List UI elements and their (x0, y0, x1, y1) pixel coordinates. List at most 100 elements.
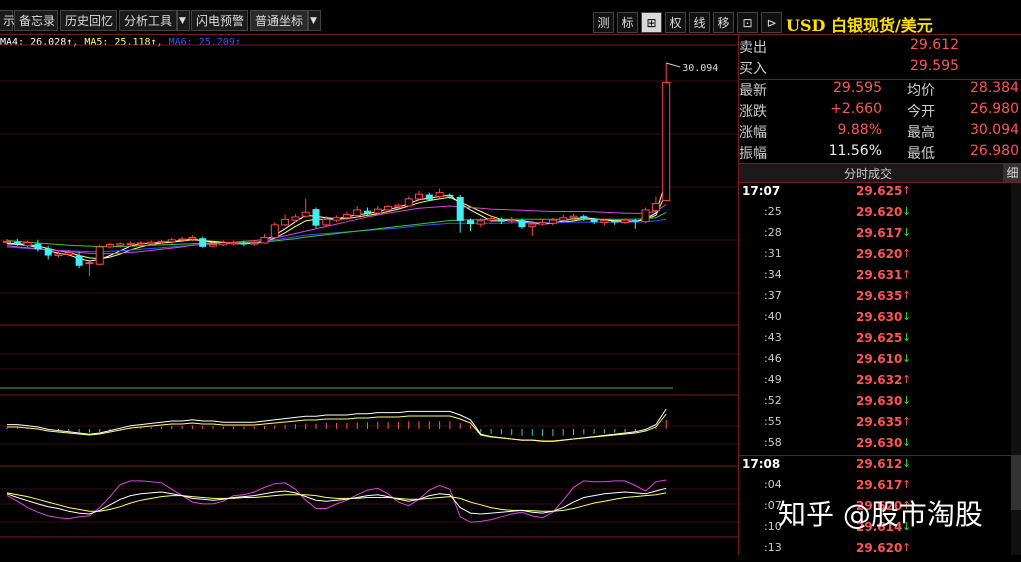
candle-body (600, 220, 609, 223)
trade-time: :31 (764, 247, 782, 260)
trade-row: :49 29.632 ↑ (739, 373, 1004, 394)
sell-value: 29.612 (910, 37, 959, 53)
scroll-thumb[interactable] (1011, 455, 1021, 510)
trade-row: 17:07 29.625 ↑ (739, 184, 1004, 205)
arrow-down-icon: ↓ (902, 352, 912, 365)
candle-body (364, 210, 371, 214)
chevron-down-icon[interactable]: ▼ (308, 10, 321, 31)
candle-body (476, 220, 485, 225)
low-label: 最低 (907, 146, 935, 162)
candle-body (611, 220, 619, 223)
arrow-down-icon: ↓ (902, 226, 912, 239)
detail-button[interactable]: 细 (1003, 164, 1021, 182)
move-button[interactable]: 移 (713, 12, 734, 33)
window-icon[interactable]: ⊡ (737, 12, 758, 33)
trade-price: 29.630 (856, 310, 903, 324)
trade-time: :13 (764, 541, 782, 554)
candle-body (641, 209, 650, 223)
trade-time: :55 (764, 415, 782, 428)
toolbar-item-memo[interactable]: 备忘录 (14, 10, 58, 31)
measure-button[interactable]: 测 (593, 12, 614, 33)
candle-body (456, 196, 464, 221)
rights-button[interactable]: 权 (665, 12, 686, 33)
macd-panel (6, 408, 667, 442)
candle-body (528, 223, 537, 227)
quote-pct-row: 涨幅 9.88% 最高 30.094 (739, 122, 1021, 143)
candle-body (497, 219, 505, 222)
trade-time: :58 (764, 436, 782, 449)
candle-body (384, 205, 393, 211)
candle-body (250, 242, 259, 245)
chart-grid (0, 44, 738, 538)
trade-price: 29.610 (856, 352, 903, 366)
candle-body (487, 218, 496, 221)
high-annotation-text: 30.094 (682, 63, 718, 74)
trade-time: :40 (764, 310, 782, 323)
candle-body (281, 218, 290, 226)
chevron-down-icon[interactable]: ▼ (177, 10, 190, 31)
quote-change-row: 涨跌 +2.660 今开 26.980 (739, 101, 1021, 122)
kline-chart[interactable]: 30.094 (0, 34, 738, 555)
candles (3, 63, 671, 276)
candle-body (116, 243, 125, 246)
trade-row: :43 29.625 ↓ (739, 331, 1004, 352)
candle-body (219, 242, 228, 246)
toolbar-item-coordinate[interactable]: 普通坐标 (250, 10, 308, 31)
candle-body (435, 192, 444, 198)
arrow-up-icon: ↑ (902, 373, 912, 386)
line-button[interactable]: 线 (689, 12, 710, 33)
quote-buy-row: 买入 29.595 (739, 58, 1021, 79)
trade-time: :04 (764, 478, 782, 491)
toolbar-item-display[interactable]: 示 (0, 10, 15, 31)
candle-body (651, 203, 660, 212)
pct-label: 涨幅 (739, 125, 767, 141)
trade-time: :34 (764, 268, 782, 281)
toolbar-item-analysis-tools[interactable]: 分析工具 (119, 10, 177, 31)
candle-body (590, 219, 598, 223)
arrow-down-icon: ↓ (902, 457, 912, 470)
trade-row: :55 29.635 ↑ (739, 415, 1004, 436)
candle-body (507, 219, 516, 222)
arrow-down-icon: ↓ (902, 205, 912, 218)
mark-button[interactable]: 标 (617, 12, 638, 33)
candle-body (467, 220, 474, 225)
trades-header: 分时成交 细 (739, 163, 1021, 183)
trade-price: 29.617 (856, 478, 903, 492)
candle-body (23, 242, 32, 247)
candle-body (425, 194, 433, 200)
minute-divider (739, 455, 1021, 456)
candle-body (322, 218, 331, 226)
quote-latest-row: 最新 29.595 均价 28.384 (739, 80, 1021, 101)
latest-value: 29.595 (833, 80, 882, 96)
toolbar-item-history[interactable]: 历史回忆 (60, 10, 117, 31)
avg-value: 28.384 (970, 80, 1019, 96)
trade-price: 29.632 (856, 373, 903, 387)
play-icon[interactable]: ⊳ (761, 12, 782, 33)
change-value: +2.660 (830, 101, 882, 117)
arrow-up-icon: ↑ (902, 541, 912, 554)
trade-price: 29.630 (856, 436, 903, 450)
candle-body (631, 220, 639, 222)
candle-body (353, 209, 362, 216)
high-annotation: 30.094 (666, 62, 718, 74)
arrow-down-icon: ↓ (902, 394, 912, 407)
candle-body (178, 238, 187, 241)
candle-body (95, 246, 104, 265)
trade-price: 29.612 (856, 457, 903, 471)
candle-body (260, 236, 269, 244)
trade-row: :37 29.635 ↑ (739, 289, 1004, 310)
add-indicator-icon[interactable]: ⊞ (641, 12, 662, 33)
trade-price: 29.631 (856, 268, 903, 282)
trade-time: :46 (764, 352, 782, 365)
toolbar-item-flash-alert[interactable]: 闪电预警 (191, 10, 248, 31)
trade-price: 29.625 (856, 331, 903, 345)
open-label: 今开 (907, 104, 935, 120)
amplitude-label: 振幅 (739, 146, 767, 162)
trade-time: 17:07 (742, 184, 781, 198)
trade-row: :13 29.620 ↑ (739, 541, 1004, 562)
trade-row: :28 29.617 ↓ (739, 226, 1004, 247)
candle-body (199, 238, 207, 247)
arrow-down-icon: ↓ (902, 310, 912, 323)
candle-body (580, 216, 588, 219)
latest-label: 最新 (739, 83, 767, 99)
